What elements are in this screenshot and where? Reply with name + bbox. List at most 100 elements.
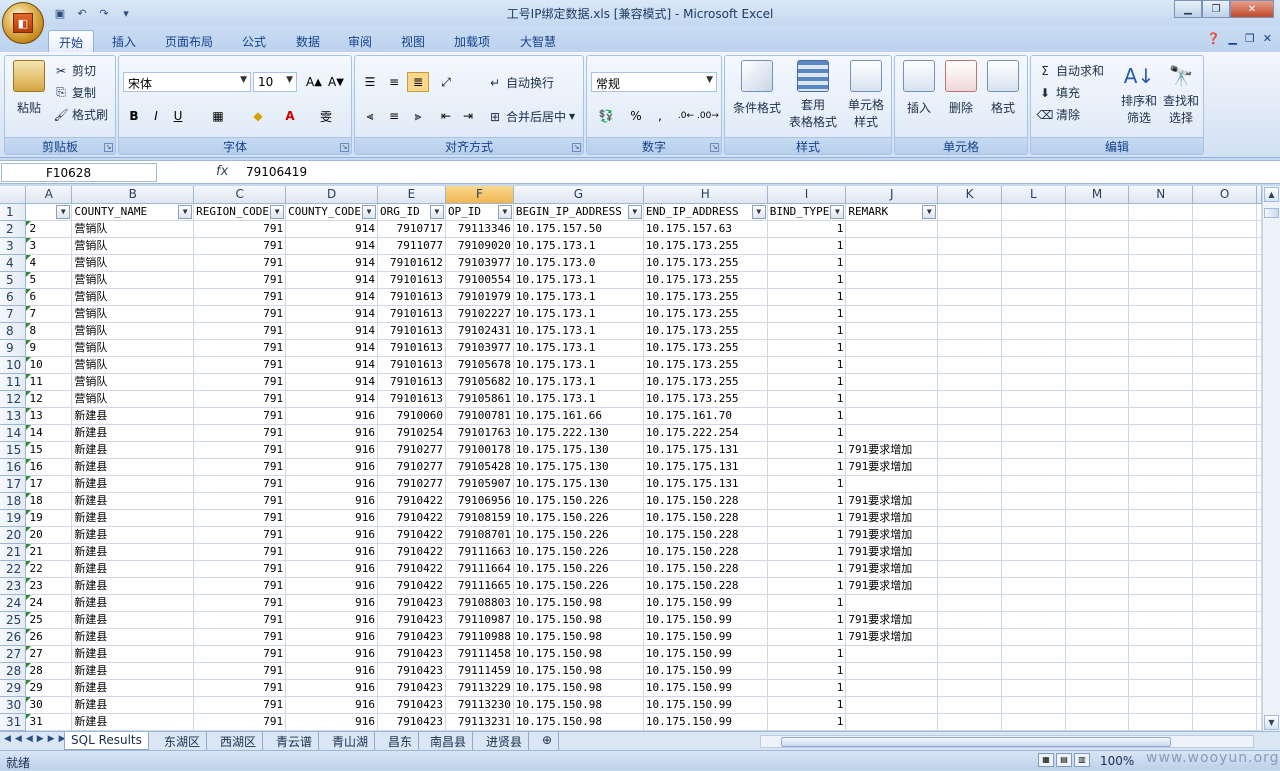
cell[interactable]: 新建县	[71, 577, 195, 595]
cell[interactable]: 新建县	[71, 492, 195, 510]
cell[interactable]: 10.175.161.70	[643, 407, 768, 425]
cell[interactable]	[845, 390, 939, 408]
cell[interactable]: 7910422	[377, 543, 446, 561]
cell[interactable]: 791	[193, 577, 287, 595]
align-left-icon[interactable]: ⫷	[359, 106, 381, 126]
cell[interactable]	[1065, 322, 1130, 340]
cell[interactable]: 新建县	[71, 645, 195, 663]
cell[interactable]	[1001, 407, 1066, 425]
cell[interactable]	[1128, 560, 1194, 578]
sheet-tab[interactable]: 进贤县	[480, 732, 530, 750]
tab-formulas[interactable]: 公式	[230, 30, 278, 52]
cell[interactable]: 7910423	[377, 628, 446, 646]
cell[interactable]: 7910423	[377, 696, 446, 714]
cell[interactable]: 1	[767, 407, 847, 425]
cell[interactable]: 新建县	[71, 424, 195, 442]
cell[interactable]	[1192, 662, 1257, 680]
select-all-corner[interactable]	[0, 186, 27, 204]
cell[interactable]	[937, 526, 1002, 544]
cell[interactable]: 916	[285, 509, 378, 527]
conditional-formatting-button[interactable]: 条件格式	[729, 60, 785, 116]
cell[interactable]	[1001, 220, 1066, 238]
header-cell[interactable]	[1192, 203, 1257, 221]
cell[interactable]: 1	[767, 305, 847, 323]
cell[interactable]: 1	[767, 628, 847, 646]
page-break-view-icon[interactable]: ▥	[1074, 753, 1090, 767]
cell[interactable]	[1128, 679, 1194, 697]
cell[interactable]	[1128, 288, 1194, 306]
cell[interactable]: 10.175.150.99	[643, 594, 768, 612]
cell[interactable]: 791	[193, 458, 287, 476]
cell[interactable]: 7911077	[377, 237, 446, 255]
copy-button[interactable]: ⎘ 复制	[53, 84, 96, 101]
cell[interactable]	[1001, 560, 1066, 578]
cell[interactable]: 1	[767, 560, 847, 578]
formula-input[interactable]: 79106419	[246, 165, 307, 179]
cell[interactable]: 79108159	[445, 509, 514, 527]
filter-dropdown-icon[interactable]: ▼	[497, 204, 512, 219]
cell[interactable]: 7910422	[377, 577, 446, 595]
cell[interactable]	[845, 356, 939, 374]
scroll-thumb[interactable]	[1264, 208, 1279, 218]
cell[interactable]: 916	[285, 577, 378, 595]
row-header[interactable]: 19	[0, 509, 27, 527]
cell[interactable]	[1192, 492, 1257, 510]
cell[interactable]	[1192, 679, 1257, 697]
comma-icon[interactable]: ,	[649, 106, 671, 126]
cell[interactable]	[1256, 492, 1262, 510]
cell[interactable]	[1128, 390, 1194, 408]
cell[interactable]: 79111663	[445, 543, 514, 561]
cell[interactable]	[1192, 594, 1257, 612]
column-header-h[interactable]: H	[643, 186, 768, 204]
cell[interactable]	[1192, 356, 1257, 374]
cell[interactable]: 营销队	[71, 339, 195, 357]
cell[interactable]: 28	[25, 662, 73, 680]
cell[interactable]	[1065, 526, 1130, 544]
filter-dropdown-icon[interactable]: ▼	[178, 204, 193, 219]
cell[interactable]	[1001, 441, 1066, 459]
cell[interactable]	[1192, 458, 1257, 476]
cell[interactable]: 7910422	[377, 526, 446, 544]
fill-button[interactable]: ⬇ 填充	[1037, 84, 1080, 101]
cell[interactable]: 10.175.150.226	[513, 543, 644, 561]
sheet-tab[interactable]: 西湖区	[214, 732, 264, 750]
cell[interactable]	[1001, 628, 1066, 646]
cell[interactable]	[1128, 662, 1194, 680]
cell[interactable]: 10.175.173.1	[513, 356, 644, 374]
cell[interactable]: 8	[25, 322, 73, 340]
cell[interactable]: 10.175.175.131	[643, 475, 768, 493]
cell[interactable]	[1065, 475, 1130, 493]
cell[interactable]	[1256, 543, 1262, 561]
cell[interactable]: 914	[285, 373, 378, 391]
find-select-button[interactable]: 🔭 查找和 选择	[1161, 60, 1201, 126]
cell[interactable]: 10.175.150.99	[643, 696, 768, 714]
column-header-l[interactable]: L	[1001, 186, 1066, 204]
dialog-launcher-icon[interactable]: ↘	[104, 143, 113, 152]
paste-button[interactable]: 粘贴	[11, 60, 47, 116]
cell[interactable]: 79101612	[377, 254, 446, 272]
cell[interactable]: 1	[767, 679, 847, 697]
cell[interactable]: 791	[193, 254, 287, 272]
cell[interactable]: 79108701	[445, 526, 514, 544]
scroll-down-icon[interactable]: ▼	[1264, 715, 1279, 730]
cell[interactable]: 10.175.150.228	[643, 560, 768, 578]
cell[interactable]: 7910423	[377, 713, 446, 731]
cell[interactable]	[845, 271, 939, 289]
header-cell[interactable]: OP_ID ▼	[445, 203, 514, 221]
cell[interactable]	[1128, 356, 1194, 374]
cell[interactable]: 营销队	[71, 322, 195, 340]
cell[interactable]	[1128, 305, 1194, 323]
cell[interactable]	[1001, 390, 1066, 408]
cell[interactable]: 916	[285, 441, 378, 459]
cell[interactable]: 916	[285, 611, 378, 629]
row-header[interactable]: 7	[0, 305, 27, 323]
cell[interactable]: 10.175.173.1	[513, 305, 644, 323]
column-header-m[interactable]: M	[1065, 186, 1130, 204]
cell[interactable]	[937, 254, 1002, 272]
cell[interactable]: 1	[767, 254, 847, 272]
row-header[interactable]: 24	[0, 594, 27, 612]
cell[interactable]	[1001, 322, 1066, 340]
cell[interactable]: 914	[285, 305, 378, 323]
cell[interactable]	[1065, 288, 1130, 306]
cell[interactable]: 1	[767, 696, 847, 714]
